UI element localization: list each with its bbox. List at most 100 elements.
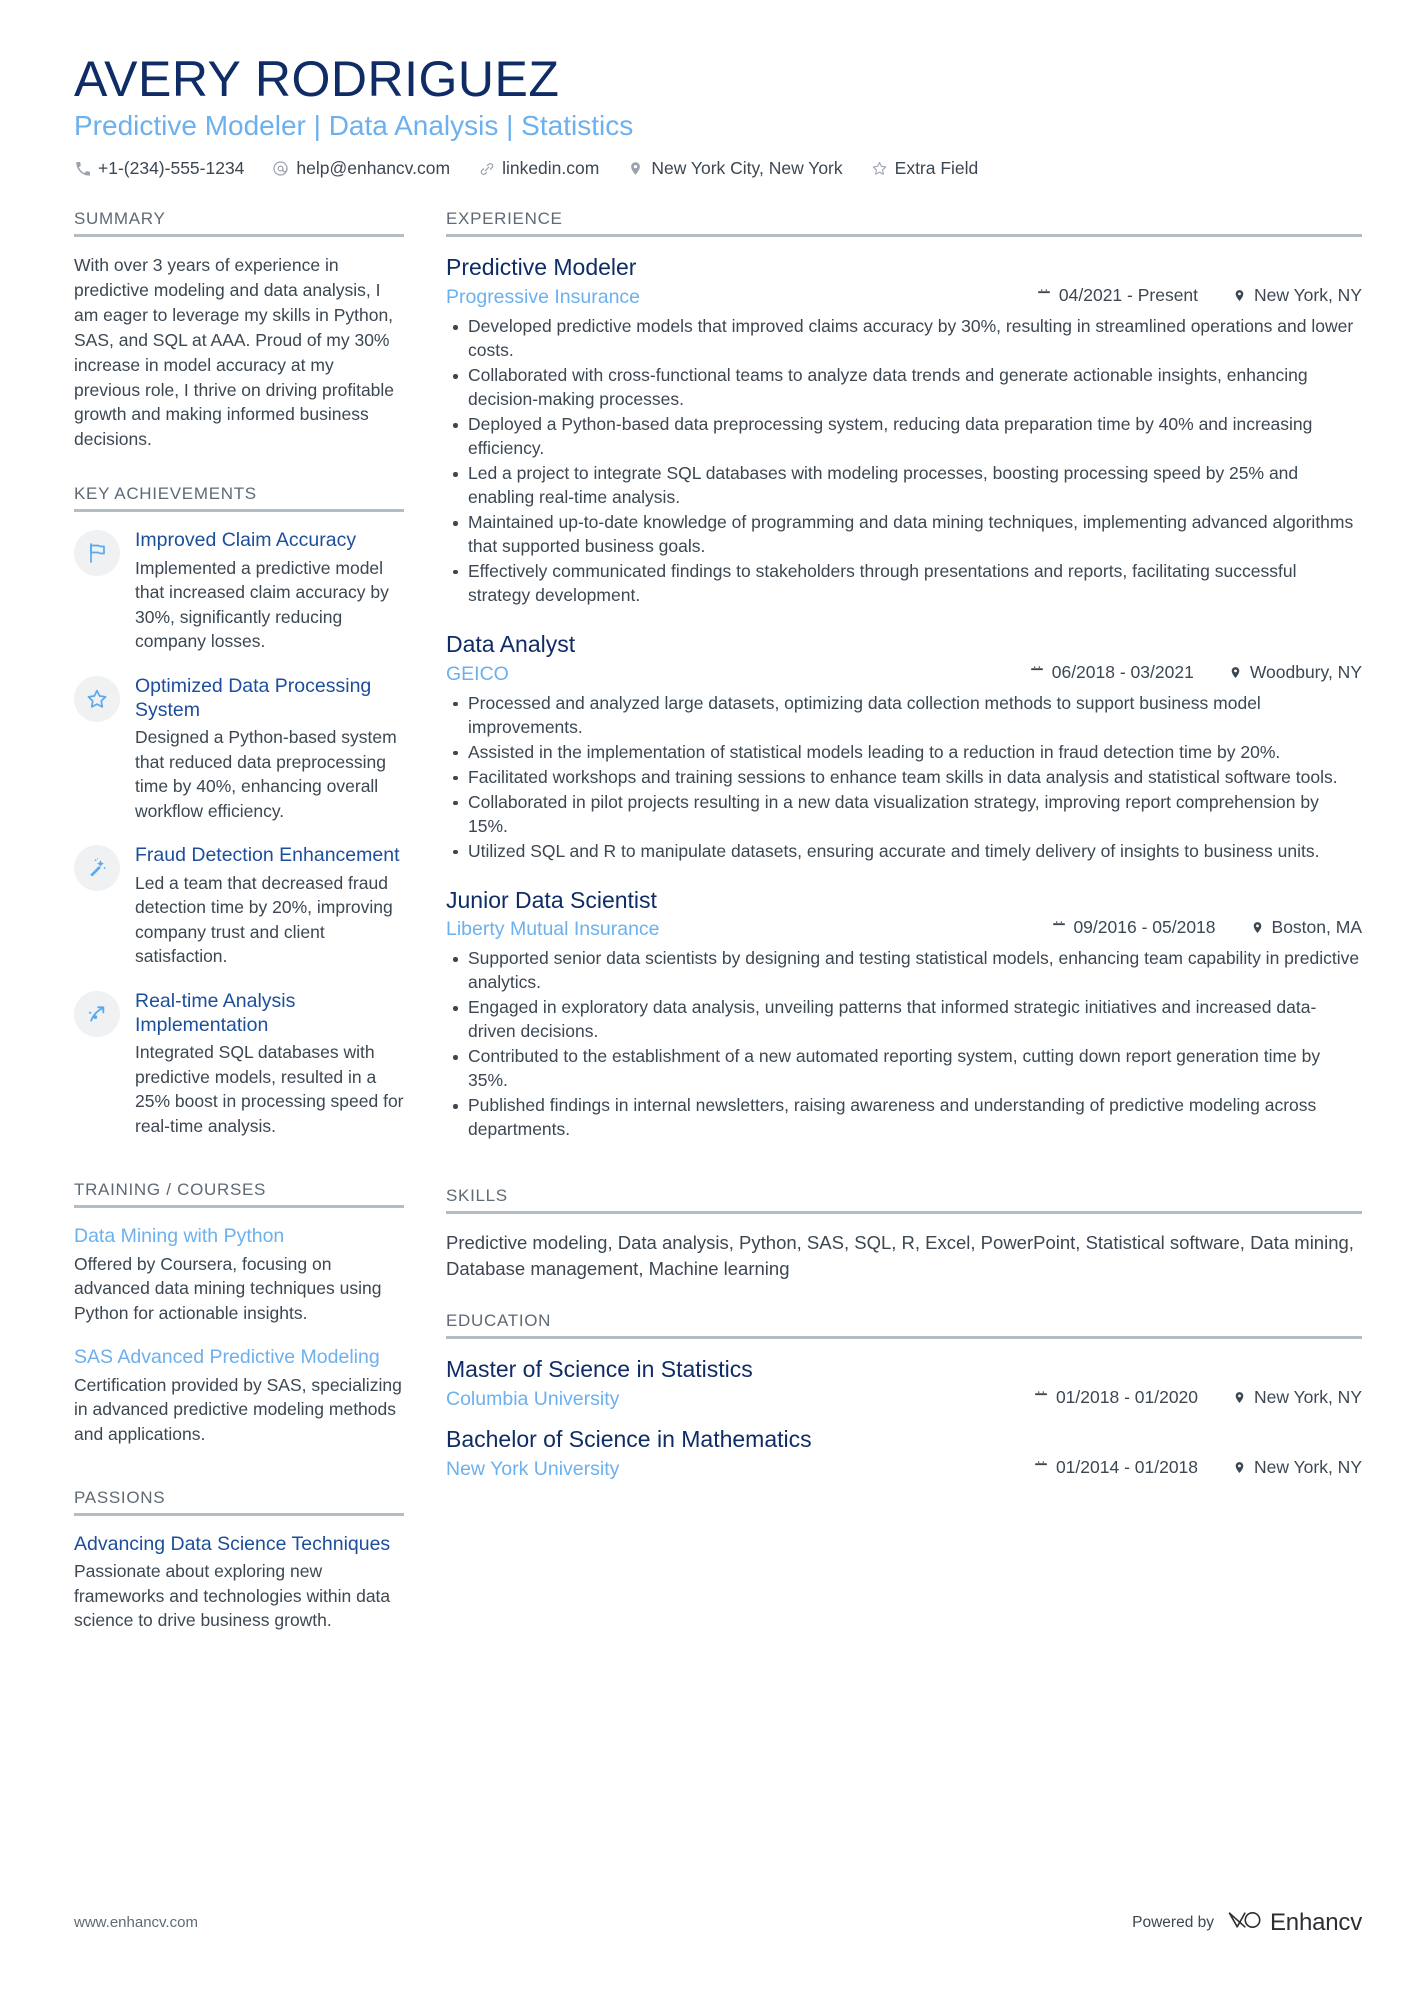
contact-linkedin[interactable]: linkedin.com [478, 158, 599, 179]
education-location-text: New York, NY [1254, 1456, 1362, 1477]
job-company[interactable]: Liberty Mutual Insurance [446, 918, 660, 941]
job-bullet: Engaged in exploratory data analysis, un… [446, 996, 1362, 1044]
contact-linkedin-text: linkedin.com [502, 158, 600, 179]
magic-wand-icon [85, 856, 109, 880]
flag-icon [85, 541, 109, 565]
location-icon [1232, 288, 1247, 303]
section-title-training-courses: TRAINING / COURSES [74, 1180, 267, 1200]
achievement-title: Fraud Detection Enhancement [135, 844, 400, 867]
education-degree: Bachelor of Science in Mathematics [446, 1425, 812, 1452]
achievement-body: Optimized Data Processing System Designe… [135, 674, 404, 824]
section-title-summary: SUMMARY [74, 209, 166, 229]
section-skills: SKILLS Predictive modeling, Data analysi… [446, 1186, 1362, 1283]
job-location: New York, NY [1232, 285, 1362, 306]
training-title[interactable]: Data Mining with Python [74, 1224, 404, 1249]
job-company[interactable]: GEICO [446, 663, 509, 686]
section-training-courses: TRAINING / COURSES Data Mining with Pyth… [74, 1180, 404, 1446]
email-icon [272, 160, 289, 177]
education-dates-text: 01/2018 - 01/2020 [1055, 1386, 1199, 1407]
footer-url[interactable]: www.enhancv.com [74, 1914, 198, 1931]
education-item: Master of Science in Statistics Columbia… [446, 1355, 1362, 1411]
contact-phone[interactable]: +1-(234)-555-1234 [74, 158, 244, 179]
achievement-body: Fraud Detection Enhancement Led a team t… [135, 843, 404, 968]
calendar-icon [1037, 288, 1052, 303]
job-dates: 09/2016 - 05/2018 [1051, 917, 1216, 938]
education-school[interactable]: Columbia University [446, 1388, 619, 1411]
job-dates-text: 04/2021 - Present [1058, 285, 1199, 306]
section-education: EDUCATION Master of Science in Statistic… [446, 1311, 1362, 1481]
section-title-key-achievements: KEY ACHIEVEMENTS [74, 484, 257, 504]
education-location: New York, NY [1232, 1457, 1362, 1478]
contact-location: New York City, New York [627, 158, 843, 179]
job-company[interactable]: Progressive Insurance [446, 286, 640, 309]
achievement-title: Real-time Analysis Implementation [135, 989, 296, 1037]
page-footer: www.enhancv.com Powered by Enhancv [74, 1908, 1362, 1937]
job-bullets: Processed and analyzed large datasets, o… [446, 692, 1362, 864]
achievement-title: Improved Claim Accuracy [135, 529, 357, 552]
contact-location-text: New York City, New York [651, 158, 843, 179]
headline-subtitle: Predictive Modeler | Data Analysis | Sta… [74, 110, 634, 141]
passion-description: Passionate about exploring new framework… [74, 1561, 391, 1631]
trend-arrow-icon [85, 1002, 109, 1026]
training-description: Certification provided by SAS, specializ… [74, 1374, 402, 1444]
job-role: Junior Data Scientist [446, 886, 657, 913]
location-icon [1228, 665, 1243, 680]
job-bullet: Utilized SQL and R to manipulate dataset… [446, 840, 1362, 864]
section-divider [74, 509, 404, 513]
training-item: SAS Advanced Predictive Modeling Certifi… [74, 1345, 404, 1446]
training-description: Offered by Coursera, focusing on advance… [74, 1253, 382, 1323]
location-icon [627, 160, 644, 177]
location-icon [1232, 1390, 1247, 1405]
section-experience: EXPERIENCE Predictive Modeler Progressiv… [446, 209, 1362, 1142]
achievement-description: Led a team that decreased fraud detectio… [135, 872, 393, 967]
training-title[interactable]: SAS Advanced Predictive Modeling [74, 1345, 404, 1370]
page-edge-bar [0, 0, 8, 1995]
education-dates-text: 01/2014 - 01/2018 [1055, 1456, 1199, 1477]
footer-branding: Powered by Enhancv [1132, 1908, 1362, 1937]
education-school[interactable]: New York University [446, 1458, 619, 1481]
section-divider [74, 234, 404, 238]
training-item: Data Mining with Python Offered by Cours… [74, 1224, 404, 1325]
achievement-body: Improved Claim Accuracy Implemented a pr… [135, 528, 404, 653]
job-location: Boston, MA [1250, 917, 1362, 938]
section-key-achievements: KEY ACHIEVEMENTS Improved Claim Accuracy… [74, 484, 404, 1138]
education-location-text: New York, NY [1254, 1386, 1362, 1407]
job-dates: 06/2018 - 03/2021 [1030, 662, 1194, 683]
job-bullet: Facilitated workshops and training sessi… [446, 766, 1362, 790]
page-title: AVERY RODRIGUEZ [74, 51, 560, 107]
job-role: Data Analyst [446, 630, 576, 657]
calendar-icon [1034, 1460, 1049, 1475]
star-outline-icon [85, 687, 109, 711]
job-bullets: Developed predictive models that improve… [446, 315, 1362, 608]
education-location: New York, NY [1232, 1387, 1362, 1408]
section-divider [446, 234, 1362, 238]
job-bullet: Maintained up-to-date knowledge of progr… [446, 511, 1362, 559]
job-dates-text: 06/2018 - 03/2021 [1051, 661, 1194, 682]
education-meta-right: 01/2018 - 01/2020 New York, NY [1034, 1387, 1362, 1408]
contact-email[interactable]: help@enhancv.com [272, 158, 450, 179]
section-passions: PASSIONS Advancing Data Science Techniqu… [74, 1488, 404, 1633]
phone-icon [74, 160, 91, 177]
education-meta-row: Columbia University 01/2018 - 01/2020 Ne… [446, 1387, 1362, 1411]
job-location: Woodbury, NY [1228, 662, 1362, 683]
achievement-item: Improved Claim Accuracy Implemented a pr… [74, 528, 404, 653]
job-bullet: Published findings in internal newslette… [446, 1094, 1362, 1142]
education-dates: 01/2014 - 01/2018 [1034, 1457, 1198, 1478]
job-meta-right: 09/2016 - 05/2018 Boston, MA [1051, 917, 1362, 938]
achievement-badge [74, 530, 120, 577]
achievement-badge [74, 990, 120, 1037]
education-dates: 01/2018 - 01/2020 [1034, 1387, 1198, 1408]
job-bullet: Supported senior data scientists by desi… [446, 947, 1362, 995]
job-bullet: Assisted in the implementation of statis… [446, 741, 1362, 765]
contact-email-text: help@enhancv.com [296, 158, 451, 179]
section-divider [74, 1513, 404, 1517]
job-bullet: Collaborated in pilot projects resulting… [446, 791, 1362, 839]
section-title-skills: SKILLS [446, 1186, 508, 1206]
resume-header: AVERY RODRIGUEZ Predictive Modeler | Dat… [74, 52, 1362, 179]
job-bullet: Contributed to the establishment of a ne… [446, 1045, 1362, 1093]
main-column: EXPERIENCE Predictive Modeler Progressiv… [446, 209, 1362, 1494]
location-icon [1232, 1460, 1247, 1475]
contact-extra-field-text: Extra Field [894, 158, 979, 179]
